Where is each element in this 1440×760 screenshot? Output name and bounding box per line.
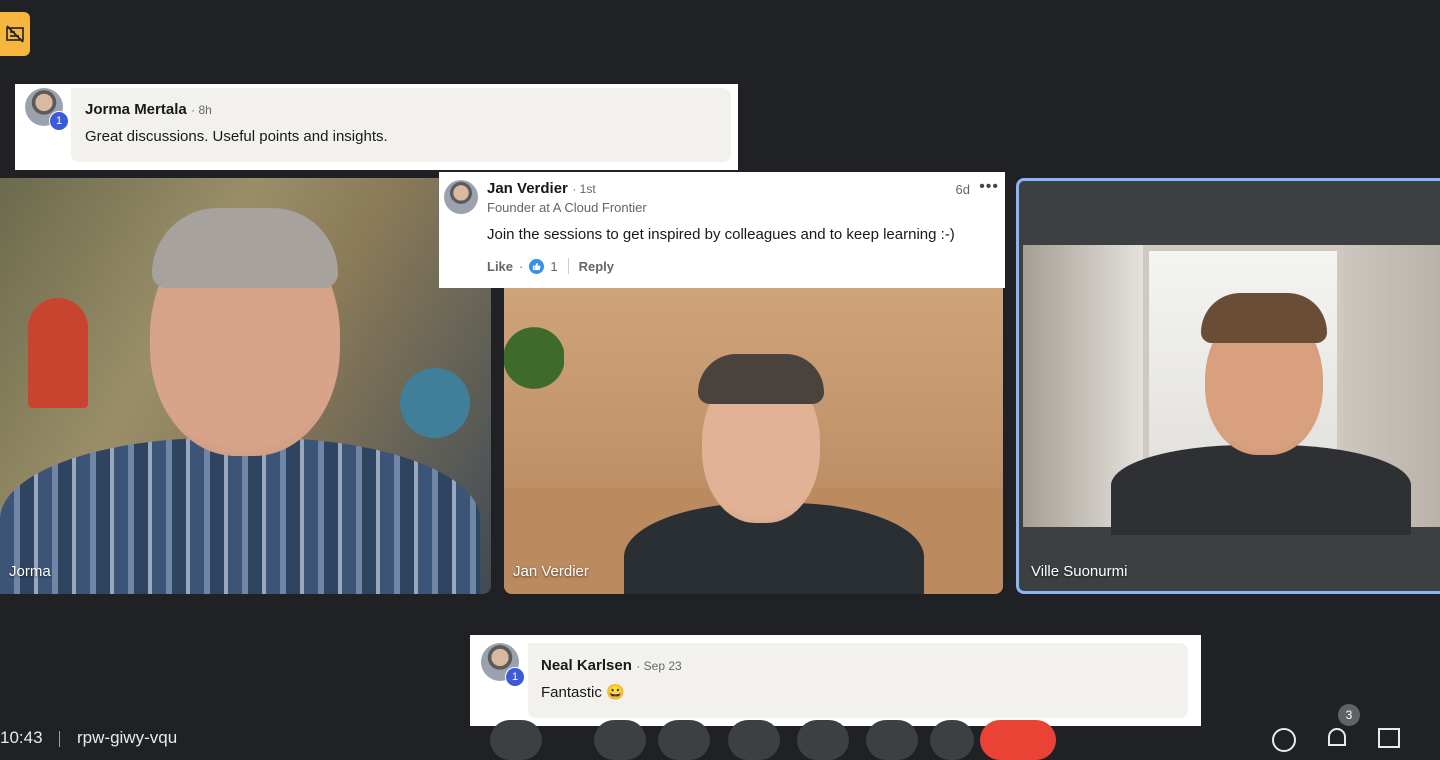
- comment-bubble: Neal Karlsen · Sep 23 Fantastic 😀: [528, 643, 1188, 718]
- avatar-badge: 1: [505, 667, 525, 687]
- end-call-button[interactable]: [980, 720, 1056, 760]
- participant-tile-ville-suonurmi[interactable]: Ville Suonurmi: [1016, 178, 1440, 594]
- microphone-button[interactable]: [490, 720, 542, 760]
- meeting-code: rpw-giwy-vqu: [77, 728, 178, 747]
- background-globe: [400, 368, 470, 438]
- caption-off-icon: [6, 25, 24, 43]
- comment-card-jorma: 1 Jorma Mertala · 8h Great discussions. …: [15, 84, 738, 170]
- connection-degree: · 1st: [572, 182, 596, 196]
- raise-hand-button[interactable]: [866, 720, 918, 760]
- reply-button[interactable]: Reply: [579, 259, 614, 274]
- comment-author[interactable]: Jorma Mertala: [85, 101, 187, 118]
- person-shirt: [1111, 445, 1411, 535]
- background-plant: [504, 288, 564, 428]
- like-button[interactable]: Like: [487, 259, 513, 274]
- participant-name: Ville Suonurmi: [1031, 563, 1128, 580]
- captions-button[interactable]: [658, 720, 710, 760]
- separator-dot: ·: [519, 258, 524, 274]
- emoji-button[interactable]: [728, 720, 780, 760]
- avatar-badge: 1: [49, 111, 69, 131]
- comment-author[interactable]: Neal Karlsen: [541, 657, 632, 674]
- participant-name: Jan Verdier: [513, 563, 589, 580]
- participant-video: [1023, 245, 1440, 535]
- participant-tile-jorma[interactable]: Jorma: [0, 178, 491, 594]
- reaction-count: 1: [550, 258, 558, 274]
- comment-time: · Sep 23: [636, 659, 682, 673]
- present-button[interactable]: [797, 720, 849, 760]
- comment-time: 6d: [955, 182, 970, 197]
- thumbs-up-reaction-icon[interactable]: [529, 258, 545, 274]
- participant-count-badge: 3: [1338, 704, 1360, 726]
- comment-time: · 8h: [191, 103, 212, 117]
- comment-text: Join the sessions to get inspired by col…: [487, 226, 955, 243]
- author-headline: Founder at A Cloud Frontier: [487, 200, 647, 215]
- background-object: [28, 298, 88, 408]
- participant-tile-jan-verdier[interactable]: Jan Verdier: [504, 288, 1003, 594]
- camera-button[interactable]: [594, 720, 646, 760]
- person-hair: [1201, 293, 1327, 343]
- meeting-clock: 10:43: [0, 728, 43, 747]
- comment-card-neal-karlsen: 1 Neal Karlsen · Sep 23 Fantastic 😀: [470, 635, 1201, 726]
- people-icon[interactable]: [1328, 728, 1346, 746]
- comment-text: Great discussions. Useful points and ins…: [85, 128, 388, 145]
- person-hair: [152, 208, 338, 288]
- comment-card-jan-verdier: Jan Verdier · 1st Founder at A Cloud Fro…: [439, 172, 1005, 288]
- more-options-icon[interactable]: •••: [979, 178, 999, 196]
- comment-author[interactable]: Jan Verdier: [487, 180, 568, 197]
- avatar[interactable]: [444, 180, 478, 214]
- comment-text: Fantastic 😀: [541, 684, 625, 701]
- meeting-info: 10:43 rpw-giwy-vqu: [0, 728, 177, 748]
- person-hair: [698, 354, 824, 404]
- divider: [567, 258, 569, 274]
- comment-bubble: Jorma Mertala · 8h Great discussions. Us…: [71, 88, 731, 162]
- participant-name: Jorma: [9, 563, 51, 580]
- chat-icon[interactable]: [1378, 728, 1400, 748]
- info-icon[interactable]: [1272, 728, 1296, 752]
- captions-off-badge[interactable]: [0, 12, 30, 56]
- person-shirt: [0, 438, 480, 594]
- more-options-button[interactable]: [930, 720, 974, 760]
